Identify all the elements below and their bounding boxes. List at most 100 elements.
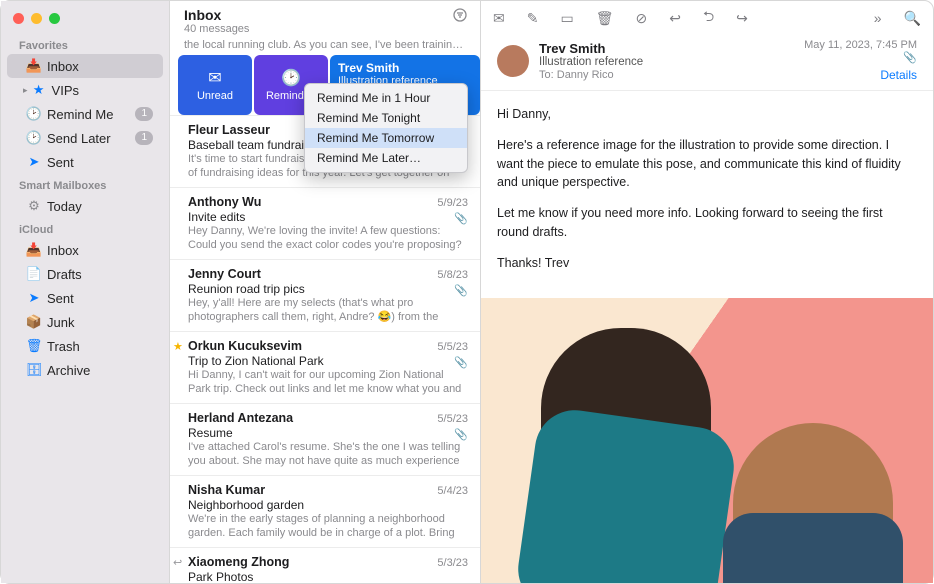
minimize-window-button[interactable]	[31, 13, 42, 24]
row-subject: Park Photos	[188, 570, 468, 583]
row-date: 5/4/23	[437, 485, 468, 497]
sidebar-item-label: Inbox	[43, 243, 153, 258]
sidebar-item-send-later[interactable]: 🕑Send Later1	[7, 126, 163, 150]
message-row[interactable]: Jenny Court5/8/23Reunion road trip picsH…	[170, 259, 480, 331]
row-subject: Resume	[188, 426, 468, 440]
envelope-icon[interactable]: ✉︎	[493, 10, 505, 27]
sidebar-item-label: VIPs	[48, 83, 153, 98]
row-preview: Hi Danny, I can't wait for our upcoming …	[188, 368, 468, 396]
sidebar-item-archive[interactable]: 🗄Archive	[7, 358, 163, 382]
sidebar-item-drafts[interactable]: 📄Drafts	[7, 262, 163, 286]
menu-item-remind-me-in-hour[interactable]: Remind Me in 1 Hour	[305, 88, 467, 108]
sidebar-item-vips[interactable]: ▸★VIPs	[7, 78, 163, 102]
clock-icon: 🕑	[25, 106, 43, 122]
flag-star-icon: ★	[173, 340, 183, 353]
message-row[interactable]: Herland Antezana5/5/23ResumeI've attache…	[170, 403, 480, 475]
row-from: Nisha Kumar	[188, 483, 265, 497]
row-subject: Trip to Zion National Park	[188, 354, 468, 368]
row-preview: Hey Danny, We're loving the invite! A fe…	[188, 224, 468, 252]
sidebar-item-sent[interactable]: ➤Sent	[7, 286, 163, 310]
count-badge: 1	[135, 107, 153, 121]
row-from: Anthony Wu	[188, 195, 261, 209]
window-controls	[1, 5, 169, 34]
box-icon: 📦	[25, 314, 43, 330]
filter-icon[interactable]	[452, 7, 468, 23]
row-preview: Hey, y'all! Here are my selects (that's …	[188, 296, 468, 324]
compose-icon[interactable]: ✎	[527, 10, 539, 27]
details-link[interactable]: Details	[804, 68, 917, 82]
archive-icon[interactable]: ▭	[560, 10, 573, 27]
sidebar-item-label: Trash	[43, 339, 153, 354]
message-row[interactable]: Anthony Wu 5/9/23Invite editsHey Danny, W…	[170, 187, 480, 259]
sidebar-item-remind-me[interactable]: 🕑Remind Me1	[7, 102, 163, 126]
unread-tile-label: Unread	[197, 90, 233, 102]
sidebar-item-today[interactable]: ⚙︎Today	[7, 194, 163, 218]
message-header: Trev Smith Illustration reference To: Da…	[481, 35, 933, 91]
row-date: 5/3/23	[437, 557, 468, 569]
trash-icon: 🗑	[25, 338, 43, 354]
sidebar-item-label: Remind Me	[43, 107, 135, 122]
body-paragraph: Here's a reference image for the illustr…	[497, 136, 917, 192]
message-row[interactable]: Nisha Kumar 5/4/23Neighborhood gardenWe'r…	[170, 475, 480, 547]
count-badge: 1	[135, 131, 153, 145]
sidebar-item-inbox[interactable]: 📥Inbox	[7, 54, 163, 78]
message-row[interactable]: ★ Orkun Kucuksevim 5/5/23Trip to Zion Nati…	[170, 331, 480, 403]
sidebar-item-sent[interactable]: ➤Sent	[7, 150, 163, 174]
unread-tile[interactable]: ✉︎ Unread	[178, 55, 252, 115]
attachment-image[interactable]	[481, 298, 933, 583]
trash-icon[interactable]: 🗑	[596, 10, 614, 27]
zoom-window-button[interactable]	[49, 13, 60, 24]
remind-me-menu: Remind Me in 1 HourRemind Me TonightRemi…	[304, 83, 468, 173]
header-to-row: To: Danny Rico	[539, 69, 794, 81]
forward-icon[interactable]: ↪︎	[736, 10, 748, 27]
paperclip-icon: 📎	[454, 356, 468, 369]
sidebar-section-smart: Smart Mailboxes	[1, 174, 169, 194]
sidebar-item-inbox[interactable]: 📥Inbox	[7, 238, 163, 262]
paperclip-icon: 📎	[454, 428, 468, 441]
sidebar-item-label: Today	[43, 199, 153, 214]
row-preview: We're in the early stages of planning a …	[188, 512, 468, 540]
archive-icon: 🗄	[25, 362, 43, 378]
paperclip-icon: 📎	[454, 212, 468, 225]
sidebar-item-junk[interactable]: 📦Junk	[7, 310, 163, 334]
reply-all-icon[interactable]: ⮌	[703, 6, 714, 30]
sidebar-section-favorites: Favorites	[1, 34, 169, 54]
search-icon[interactable]: 🔍	[904, 10, 921, 27]
clock-icon: 🕑	[25, 130, 43, 146]
more-icon[interactable]: »	[874, 10, 882, 26]
sidebar-item-label: Sent	[43, 155, 153, 170]
selected-from: Trev Smith	[338, 61, 472, 75]
list-header: Inbox 40 messages	[170, 1, 480, 39]
quick-action-row: ✉︎ Unread 🕑 Remind M Trev Smith Illustra…	[170, 55, 480, 115]
plane-icon: ➤	[25, 290, 43, 306]
row-subject: Invite edits	[188, 210, 468, 224]
toolbar: ✉︎ ✎ ▭ 🗑 ⊘ ↩︎ ⮌ ↪︎ » 🔍	[481, 1, 933, 35]
sidebar-item-label: Drafts	[43, 267, 153, 282]
junk-icon[interactable]: ⊘	[635, 10, 647, 27]
row-subject: Neighborhood garden	[188, 498, 468, 512]
gear-icon: ⚙︎	[25, 198, 43, 214]
sidebar: Favorites 📥Inbox▸★VIPs🕑Remind Me1🕑Send L…	[1, 1, 170, 583]
message-row[interactable]: ↩︎Xiaomeng Zhong5/3/23Park PhotosHi Dann…	[170, 547, 480, 583]
clock-icon: 🕑	[281, 68, 301, 88]
close-window-button[interactable]	[13, 13, 24, 24]
row-from: Jenny Court	[188, 267, 261, 281]
to-label: To:	[539, 69, 554, 81]
row-date: 5/5/23	[437, 341, 468, 353]
to-value: Danny Rico	[557, 69, 614, 81]
sidebar-item-label: Inbox	[43, 59, 153, 74]
reply-icon[interactable]: ↩︎	[669, 10, 681, 27]
star-icon: ★	[30, 82, 48, 98]
header-subject: Illustration reference	[539, 56, 794, 68]
row-date: 5/5/23	[437, 413, 468, 425]
header-date: May 11, 2023, 7:45 PM	[804, 39, 917, 51]
sidebar-item-trash[interactable]: 🗑Trash	[7, 334, 163, 358]
body-paragraph: Let me know if you need more info. Looki…	[497, 204, 917, 242]
row-from: Orkun Kucuksevim	[188, 339, 302, 353]
attachment-icon: 📎	[804, 51, 917, 64]
menu-item-remind-me-later-[interactable]: Remind Me Later…	[305, 148, 467, 168]
menu-item-remind-me-tomorrow[interactable]: Remind Me Tomorrow	[305, 128, 467, 148]
menu-item-remind-me-tonight[interactable]: Remind Me Tonight	[305, 108, 467, 128]
row-date: 5/9/23	[437, 197, 468, 209]
header-from: Trev Smith	[539, 41, 794, 56]
